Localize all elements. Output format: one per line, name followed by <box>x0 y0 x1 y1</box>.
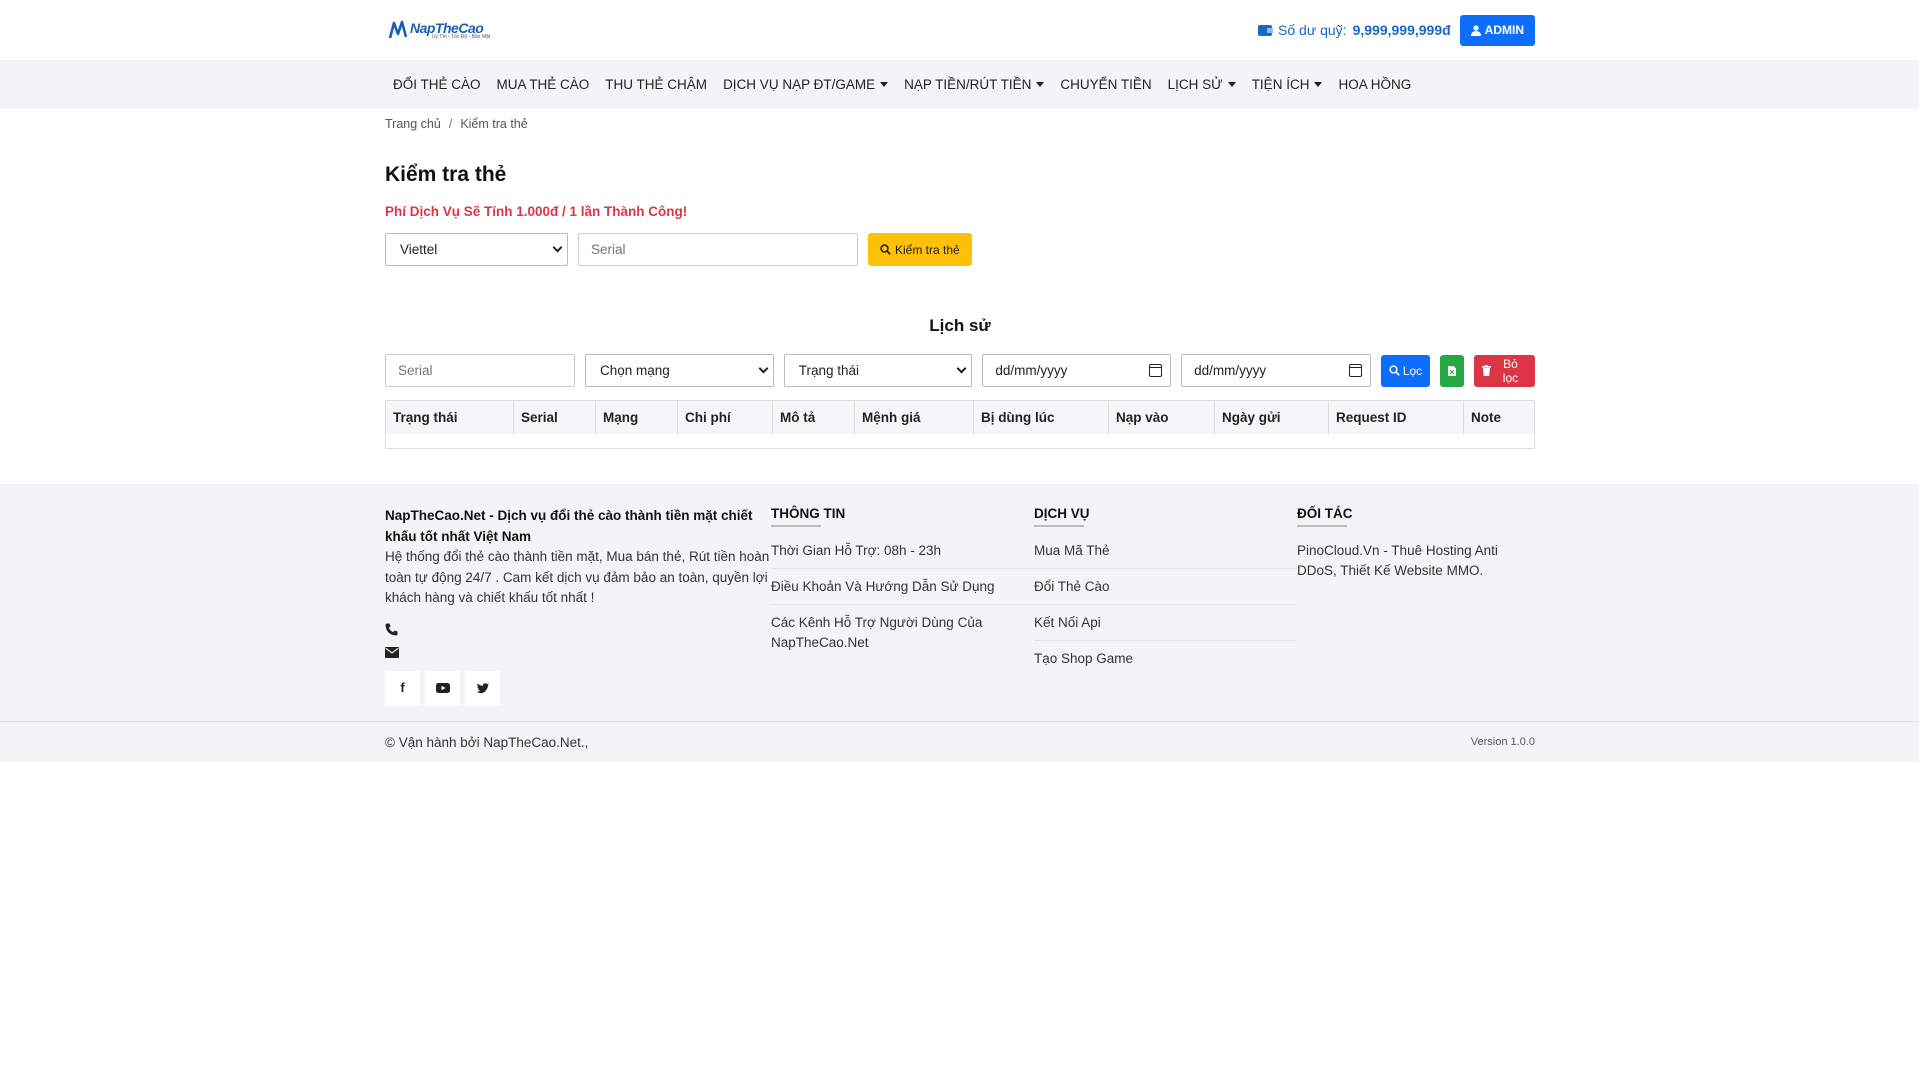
nav-item-dich-vu-nap[interactable]: DỊCH VỤ NẠP ĐT/GAME <box>715 60 896 109</box>
nav-item-doi-the-cao[interactable]: ĐỔI THẺ CÀO <box>385 60 489 109</box>
trash-icon <box>1481 365 1491 376</box>
footer-partners: ĐỐI TÁC PinoCloud.Vn - Thuê Hosting Anti… <box>1297 506 1534 706</box>
col-note: Note <box>1463 400 1535 434</box>
col-bi-dung-luc: Bị dùng lúc <box>973 400 1109 434</box>
caret-down-icon <box>1314 82 1323 87</box>
copyright: © Vận hành bởi NapTheCao.Net., <box>385 734 589 750</box>
footer-link-doi-the-cao[interactable]: Đổi Thẻ Cào <box>1034 577 1297 605</box>
date-to-input[interactable]: dd/mm/yyyy <box>1181 354 1371 387</box>
admin-label: ADMIN <box>1484 23 1524 37</box>
breadcrumb-home[interactable]: Trang chủ <box>385 117 441 157</box>
col-ngay-gui: Ngày gửi <box>1214 400 1329 434</box>
col-request-id: Request ID <box>1328 400 1464 434</box>
nav-item-thu-the-cham[interactable]: THU THẺ CHẬM <box>597 60 715 109</box>
nav-item-lich-su[interactable]: LỊCH SỬ <box>1160 60 1244 109</box>
history-network-select[interactable]: Chọn mạng <box>585 354 774 387</box>
nav-item-chuyen-tien[interactable]: CHUYỂN TIỀN <box>1052 60 1159 109</box>
clear-filter-button[interactable]: Bỏ lọc <box>1473 354 1535 387</box>
nav-item-tien-ich[interactable]: TIỆN ÍCH <box>1244 60 1331 109</box>
top-header: NapTheCao Uy Tín - Tốc Độ - Bảo Mật Số d… <box>0 0 1919 60</box>
col-serial: Serial <box>513 400 596 434</box>
history-serial-input[interactable] <box>385 354 575 387</box>
footer: NapTheCao.Net - Dịch vụ đổi thẻ cào thàn… <box>0 484 1919 721</box>
search-icon <box>880 244 891 255</box>
chevron-down-icon <box>552 242 563 253</box>
history-status-select[interactable]: Trạng thái <box>783 354 973 387</box>
check-form: Viettel Kiểm tra thẻ <box>385 233 1535 266</box>
search-icon <box>1389 365 1400 376</box>
logo-brand: NapTheCao <box>410 19 484 36</box>
check-card-button[interactable]: Kiểm tra thẻ <box>868 233 972 266</box>
network-select[interactable]: Viettel <box>385 233 568 266</box>
twitter-icon[interactable] <box>465 670 500 706</box>
caret-down-icon <box>1227 82 1236 87</box>
main-content: Trang chủ / Kiểm tra thẻ Kiểm tra thẻ Ph… <box>385 109 1535 449</box>
footer-link-mua-ma-the[interactable]: Mua Mã Thẻ <box>1034 541 1297 569</box>
table-header-row: Trạng thái Serial Mạng Chi phí Mô tả Mện… <box>385 400 1535 434</box>
logo-icon <box>388 20 408 39</box>
nav-item-mua-the-cao[interactable]: MUA THẺ CÀO <box>489 60 598 109</box>
caret-down-icon <box>880 82 889 87</box>
chevron-down-icon <box>758 363 769 374</box>
col-nap-vao: Nạp vào <box>1108 400 1215 434</box>
phone-icon[interactable] <box>385 623 398 636</box>
footer-divider <box>1034 525 1084 527</box>
footer-divider <box>771 525 821 527</box>
file-excel-icon <box>1448 365 1457 376</box>
footer-about-heading: NapTheCao.Net - Dịch vụ đổi thẻ cào thàn… <box>385 508 753 544</box>
breadcrumb-separator: / <box>448 117 453 131</box>
footer-link-ket-noi-api[interactable]: Kết Nối Api <box>1034 613 1297 641</box>
col-trang-thai: Trạng thái <box>385 400 514 434</box>
page-title: Kiểm tra thẻ <box>385 163 507 186</box>
fee-note: Phí Dịch Vụ Sẽ Tính 1.000đ / 1 lần Thành… <box>385 204 688 219</box>
breadcrumb: Trang chủ / Kiểm tra thẻ <box>385 109 1535 157</box>
footer-link-terms[interactable]: Điều Khoản Và Hướng Dẫn Sử Dụng <box>771 577 1034 605</box>
col-mang: Mạng <box>595 400 678 434</box>
serial-input[interactable] <box>578 233 858 266</box>
filter-button[interactable]: Lọc <box>1380 354 1431 387</box>
logo-tagline: Uy Tín - Tốc Độ - Bảo Mật <box>432 33 491 40</box>
footer-info-title: THÔNG TIN <box>771 506 846 521</box>
footer-partner-link[interactable]: PinoCloud.Vn - Thuê Hosting Anti DDoS, T… <box>1297 541 1534 581</box>
balance-value: 9,999,999,999đ <box>1352 22 1451 38</box>
admin-button[interactable]: ADMIN <box>1459 14 1535 46</box>
youtube-icon[interactable] <box>425 670 460 706</box>
footer-info: THÔNG TIN Thời Gian Hỗ Trợ: 08h - 23h Đi… <box>771 506 1034 706</box>
chevron-down-icon <box>956 363 967 374</box>
site-logo[interactable]: NapTheCao Uy Tín - Tốc Độ - Bảo Mật <box>388 20 490 40</box>
user-icon <box>1470 24 1481 36</box>
caret-down-icon <box>1036 82 1045 87</box>
version-label: Version 1.0.0 <box>1470 736 1535 748</box>
nav-item-hoa-hong[interactable]: HOA HỒNG <box>1330 60 1419 109</box>
history-table: Trạng thái Serial Mạng Chi phí Mô tả Mện… <box>385 400 1535 449</box>
footer-partner-title: ĐỐI TÁC <box>1297 506 1353 521</box>
calendar-icon[interactable] <box>1149 364 1163 377</box>
col-mo-ta: Mô tả <box>772 400 855 434</box>
envelope-icon[interactable] <box>385 646 399 658</box>
export-excel-button[interactable] <box>1440 354 1464 387</box>
date-from-input[interactable]: dd/mm/yyyy <box>982 354 1172 387</box>
footer-link-support-channels[interactable]: Các Kênh Hỗ Trợ Người Dùng Của NapTheCao… <box>771 613 1034 660</box>
wallet-icon <box>1258 24 1274 36</box>
balance-label: Số dư quỹ: <box>1278 22 1347 38</box>
balance-display: Số dư quỹ: 9,999,999,999đ <box>1258 22 1451 38</box>
history-title: Lịch sử <box>929 316 991 335</box>
footer-link-support-hours[interactable]: Thời Gian Hỗ Trợ: 08h - 23h <box>771 541 1034 569</box>
col-chi-phi: Chi phí <box>677 400 773 434</box>
main-nav: ĐỔI THẺ CÀO MUA THẺ CÀO THU THẺ CHẬM DỊC… <box>0 60 1919 109</box>
footer-about: NapTheCao.Net - Dịch vụ đổi thẻ cào thàn… <box>385 506 778 706</box>
facebook-icon[interactable]: f <box>385 670 420 706</box>
footer-about-text: Hệ thống đổi thẻ cào thành tiền mặt, Mua… <box>385 549 770 605</box>
bottom-bar: © Vận hành bởi NapTheCao.Net., Version 1… <box>0 721 1919 762</box>
history-filters: Chọn mạng Trạng thái dd/mm/yyyy dd/mm/yy… <box>385 354 1535 387</box>
table-empty-row <box>386 434 1535 449</box>
col-menh-gia: Mệnh giá <box>854 400 974 434</box>
footer-divider <box>1297 525 1347 527</box>
calendar-icon[interactable] <box>1348 364 1362 377</box>
nav-item-nap-rut-tien[interactable]: NẠP TIỀN/RÚT TIỀN <box>896 60 1052 109</box>
footer-services: DỊCH VỤ Mua Mã Thẻ Đổi Thẻ Cào Kết Nối A… <box>1034 506 1297 706</box>
breadcrumb-current: Kiểm tra thẻ <box>460 117 528 131</box>
footer-link-tao-shop-game[interactable]: Tạo Shop Game <box>1034 649 1297 676</box>
footer-service-title: DỊCH VỤ <box>1034 506 1090 521</box>
